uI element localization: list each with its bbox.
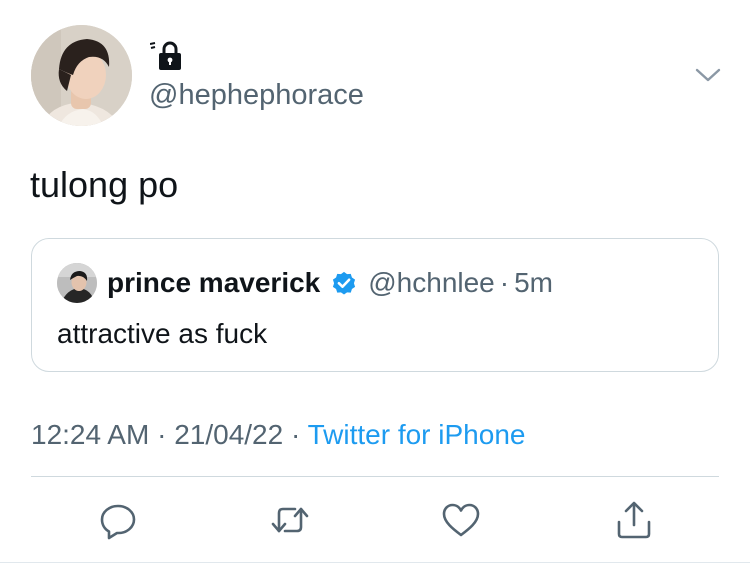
header-separator: · xyxy=(499,267,510,298)
quoted-tweet-card[interactable]: prince maverick @hchnlee · 5m attractive… xyxy=(31,238,719,372)
lock-icon xyxy=(149,41,181,70)
share-button[interactable] xyxy=(614,500,654,540)
profile-photo xyxy=(31,25,132,126)
more-options-button[interactable] xyxy=(694,61,722,89)
protected-indicator xyxy=(149,40,190,72)
author-avatar[interactable] xyxy=(31,25,132,126)
bottom-divider xyxy=(0,562,750,563)
reply-button[interactable] xyxy=(98,500,138,540)
quoted-tweet-header: prince maverick @hchnlee · 5m xyxy=(107,265,553,301)
quoted-profile-photo xyxy=(57,263,97,303)
tweet-source-link[interactable]: Twitter for iPhone xyxy=(308,419,526,450)
retweet-icon xyxy=(271,507,309,533)
author-handle[interactable]: @hephephorace xyxy=(149,78,364,112)
verified-badge-icon xyxy=(333,271,356,295)
retweet-button[interactable] xyxy=(270,500,310,540)
share-icon xyxy=(617,501,651,539)
like-icon xyxy=(442,503,480,537)
tweet-text: tulong po xyxy=(30,164,179,205)
quoted-author-handle[interactable]: @hchnlee xyxy=(368,267,495,299)
reply-icon xyxy=(100,504,136,540)
like-button[interactable] xyxy=(441,500,481,540)
quoted-tweet-text: attractive as fuck xyxy=(57,318,268,349)
tweet-time[interactable]: 12:24 AM xyxy=(31,419,149,450)
meta-separator: · xyxy=(283,419,308,450)
quoted-author-avatar[interactable] xyxy=(57,263,97,303)
meta-separator: · xyxy=(149,419,175,450)
divider xyxy=(31,476,719,477)
tweet-date[interactable]: 21/04/22 xyxy=(174,419,283,450)
tweet-meta: 12:24 AM · 21/04/22 · Twitter for iPhone xyxy=(31,417,525,453)
quoted-author-name[interactable]: prince maverick xyxy=(107,267,320,299)
quoted-tweet-time[interactable]: 5m xyxy=(514,267,553,299)
chevron-down-icon xyxy=(695,68,721,82)
